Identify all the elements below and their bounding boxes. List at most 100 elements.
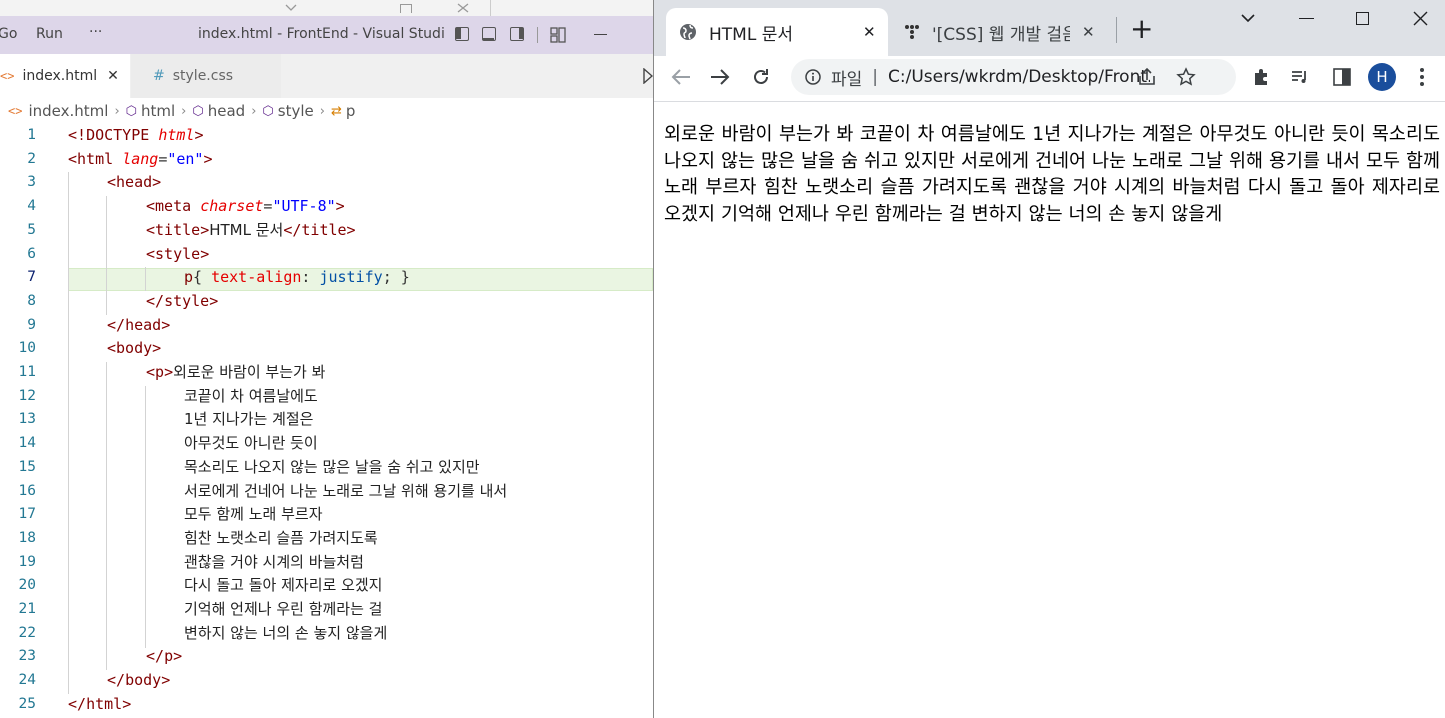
reload-icon[interactable] xyxy=(751,67,771,87)
code-line: 9 </head> xyxy=(0,314,653,338)
css-file-icon: # xyxy=(153,68,165,84)
line-number: 3 xyxy=(27,174,36,191)
token: html xyxy=(77,149,114,168)
token: 다시 돌고 돌아 제자리로 오겠지 xyxy=(184,576,383,595)
scheme-label: 파일 xyxy=(831,69,863,90)
code-line: 4 <meta charset="UTF-8"> xyxy=(0,195,653,219)
customize-layout-icon[interactable] xyxy=(550,27,566,43)
vscode-titlebar: Go Run ··· index.html - FrontEnd - Visua… xyxy=(0,16,653,54)
toggle-secondary-sidebar-icon[interactable] xyxy=(510,27,524,41)
close-icon[interactable]: ✕ xyxy=(1082,23,1095,41)
element-icon: ⬡ xyxy=(262,103,274,119)
line-number: 12 xyxy=(18,387,36,404)
background-window-strip xyxy=(0,0,653,16)
menu-go[interactable]: Go xyxy=(0,26,17,42)
code-line: 24 </body> xyxy=(0,669,653,693)
chevron-right-icon: › xyxy=(114,103,120,119)
line-number: 18 xyxy=(18,529,36,546)
minimize-button[interactable] xyxy=(594,34,607,35)
line-number: 6 xyxy=(27,245,36,262)
editor-tabs: <> index.html ✕ # style.css xyxy=(0,54,653,98)
back-arrow-icon[interactable] xyxy=(671,68,691,86)
breadcrumb-item[interactable]: index.html xyxy=(28,102,108,120)
media-control-icon[interactable] xyxy=(1290,67,1310,87)
profile-avatar[interactable]: H xyxy=(1368,63,1396,91)
bookmark-star-icon[interactable] xyxy=(1176,67,1196,87)
info-icon[interactable] xyxy=(805,69,821,85)
line-number: 16 xyxy=(18,482,36,499)
tab-style-css[interactable]: # style.css xyxy=(131,54,281,98)
token: "en" xyxy=(167,149,204,168)
breadcrumb-item[interactable]: p xyxy=(346,102,356,120)
tab-label: style.css xyxy=(172,68,234,84)
close-window-button[interactable] xyxy=(1413,11,1428,26)
token: 모두 함께 노래 부르자 xyxy=(184,505,323,524)
code-line: 14 아무것도 아니란 듯이 xyxy=(0,432,653,456)
element-icon: ⬡ xyxy=(192,103,204,119)
line-number: 21 xyxy=(18,601,36,617)
browser-tab[interactable]: '[CSS] 웹 개발 걸음 ✕ xyxy=(894,8,1114,56)
code-editor[interactable]: 1 <!DOCTYPE html> 2 <html lang="en"> 3 <hea… xyxy=(0,124,653,718)
token: 힘찬 노랫소리 슬픔 가려지도록 xyxy=(184,528,378,547)
chevron-down-icon xyxy=(285,4,297,11)
line-number: 14 xyxy=(18,435,36,452)
separator: | xyxy=(872,67,879,87)
html-file-icon: <> xyxy=(8,104,23,118)
token: 1년 지나가는 계절은 xyxy=(184,410,314,429)
page-paragraph: 외로운 바람이 부는가 봐 코끝이 차 여름날에도 1년 지나가는 계절은 아무… xyxy=(664,124,1440,225)
line-number: 8 xyxy=(27,292,36,309)
html-file-icon: <> xyxy=(0,68,15,83)
forward-arrow-icon[interactable] xyxy=(710,68,730,86)
breadcrumb-item[interactable]: head xyxy=(208,102,245,120)
menu-kebab-icon[interactable] xyxy=(1419,67,1425,87)
code-line: 19 괜찮을 거야 시계의 바늘처럼 xyxy=(0,551,653,575)
tab-label: index.html xyxy=(22,67,98,84)
line-number: 5 xyxy=(27,221,36,238)
run-icon[interactable] xyxy=(643,68,653,84)
code-line: 1 <!DOCTYPE html> xyxy=(0,124,653,148)
close-icon[interactable]: ✕ xyxy=(107,68,119,84)
token: body xyxy=(116,339,153,358)
breadcrumb-item[interactable]: html xyxy=(141,102,175,120)
token: 코끝이 차 여름날에도 xyxy=(184,386,318,405)
menu-run[interactable]: Run xyxy=(36,26,63,42)
toggle-primary-sidebar-icon[interactable] xyxy=(455,27,469,41)
token: 아무것도 아니란 듯이 xyxy=(184,434,318,453)
menu-more[interactable]: ··· xyxy=(89,24,102,40)
breadcrumb-item[interactable]: style xyxy=(278,102,314,120)
minimize-button[interactable] xyxy=(1299,18,1314,19)
element-icon: ⬡ xyxy=(125,103,137,119)
token: meta xyxy=(155,197,192,216)
window-title: index.html - FrontEnd - Visual Studi... xyxy=(198,26,446,42)
token: 외로운 바람이 부는가 봐 xyxy=(173,363,326,381)
new-tab-button[interactable]: + xyxy=(1130,15,1153,43)
token: "UTF-8" xyxy=(272,197,336,216)
extensions-icon[interactable] xyxy=(1251,67,1271,87)
maximize-icon xyxy=(400,4,412,13)
toggle-panel-icon[interactable] xyxy=(482,27,496,41)
share-icon[interactable] xyxy=(1137,67,1157,87)
chrome-window: HTML 문서 ✕ '[CSS] 웹 개발 걸음 ✕ + 파일 | C:/Use… xyxy=(653,0,1445,718)
tab-search-icon[interactable] xyxy=(1241,13,1255,23)
maximize-button[interactable] xyxy=(1356,12,1369,25)
line-number: 15 xyxy=(18,458,36,475)
code-line: 18 힘찬 노랫소리 슬픔 가려지도록 xyxy=(0,527,653,551)
token: p xyxy=(184,268,194,287)
token: head xyxy=(125,315,162,334)
chevron-right-icon: › xyxy=(319,103,325,119)
line-number: 23 xyxy=(18,648,36,665)
code-line: 25 </html> xyxy=(0,693,653,717)
token: style xyxy=(155,244,201,263)
token: justify xyxy=(319,268,383,287)
line-number: 11 xyxy=(18,364,36,380)
line-number: 1 xyxy=(27,127,36,143)
browser-tab-active[interactable]: HTML 문서 ✕ xyxy=(666,8,888,56)
address-bar[interactable]: 파일 | C:/Users/wkrdm/Desktop/Front... xyxy=(791,59,1236,95)
chevron-right-icon: › xyxy=(181,103,187,119)
token: title xyxy=(301,220,347,239)
line-number: 9 xyxy=(27,316,36,333)
token: head xyxy=(116,173,153,192)
tab-index-html[interactable]: <> index.html ✕ xyxy=(0,54,130,98)
side-panel-icon[interactable] xyxy=(1333,68,1351,86)
close-icon[interactable]: ✕ xyxy=(863,23,876,41)
